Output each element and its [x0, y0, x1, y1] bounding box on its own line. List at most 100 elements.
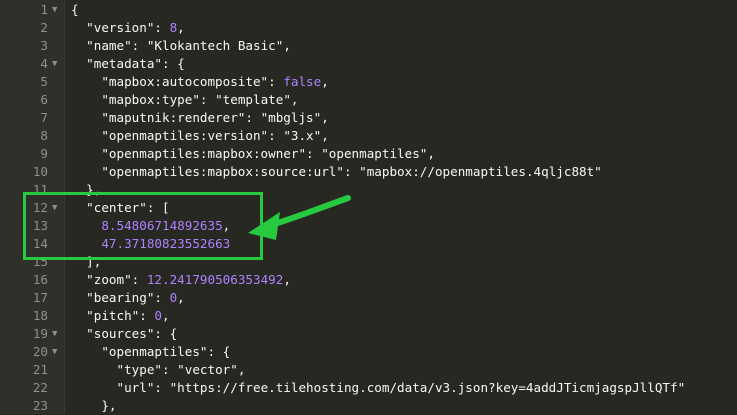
token: "sources": [71, 326, 155, 341]
line-number: 17: [32, 290, 48, 305]
token: ,: [283, 38, 291, 53]
token: "pitch": [71, 308, 140, 323]
token: {: [71, 2, 79, 17]
token: "type": [71, 362, 162, 377]
token: : {: [207, 344, 231, 359]
token: "openmaptiles": [71, 344, 208, 359]
code-line[interactable]: 22 "url": "https://free.tilehosting.com/…: [0, 379, 737, 397]
token: "name": [71, 38, 132, 53]
token: "openmaptiles:mapbox:source:url": [71, 164, 344, 179]
line-number: 19: [32, 326, 48, 341]
token: :: [131, 272, 147, 287]
token: :: [154, 20, 170, 35]
token: :: [139, 308, 155, 323]
line-text: "openmaptiles:version": "3.x",: [71, 127, 329, 145]
code-line[interactable]: 3 "name": "Klokantech Basic",: [0, 37, 737, 55]
code-line[interactable]: 17 "bearing": 0,: [0, 289, 737, 307]
code-line[interactable]: 20 ▼ "openmaptiles": {: [0, 343, 737, 361]
token: :: [162, 362, 178, 377]
token: : {: [154, 326, 178, 341]
line-text: "mapbox:autocomposite": false,: [71, 73, 329, 91]
token: ,: [177, 290, 185, 305]
token: ,: [321, 110, 329, 125]
line-text: "maputnik:renderer": "mbgljs",: [71, 109, 329, 127]
token: "Klokantech Basic": [146, 38, 284, 53]
token: :: [268, 128, 284, 143]
line-number: 23: [32, 398, 48, 413]
code-editor[interactable]: 1 ▼{2 "version": 8, 3 "name": "Klokantech …: [0, 0, 737, 414]
fold-toggle-icon[interactable]: ▼: [52, 1, 62, 19]
token: "bearing": [71, 290, 155, 305]
line-number: 7: [40, 110, 48, 125]
token: "openmaptiles": [321, 146, 428, 161]
fold-toggle-icon[interactable]: ▼: [52, 343, 62, 361]
line-text: "bearing": 0,: [71, 289, 185, 307]
line-number: 4: [40, 56, 48, 71]
line-number: 8: [40, 128, 48, 143]
line-text: {: [71, 1, 79, 19]
token: ,: [283, 272, 291, 287]
line-number: 5: [40, 74, 48, 89]
line-text: "pitch": 0,: [71, 307, 170, 325]
token: ,: [237, 362, 246, 377]
line-text: "openmaptiles:mapbox:source:url": "mapbo…: [71, 163, 602, 181]
token: },: [71, 398, 117, 413]
code-line[interactable]: 5 "mapbox:autocomposite": false,: [0, 73, 737, 91]
code-line[interactable]: 9 "openmaptiles:mapbox:owner": "openmapt…: [0, 145, 737, 163]
line-text: "zoom": 12.241790506353492,: [71, 271, 291, 289]
token: ,: [290, 92, 299, 107]
line-number: 9: [40, 146, 48, 161]
code-line[interactable]: 8 "openmaptiles:version": "3.x",: [0, 127, 737, 145]
token: "maputnik:renderer": [71, 110, 246, 125]
line-text: "name": "Klokantech Basic",: [71, 37, 291, 55]
token: ,: [321, 128, 329, 143]
token: "mapbox://openmaptiles.4qljc88t": [359, 164, 602, 179]
code-line[interactable]: 7 "maputnik:renderer": "mbgljs",: [0, 109, 737, 127]
code-line[interactable]: 6 "mapbox:type": "template",: [0, 91, 737, 109]
line-number: 10: [32, 164, 48, 179]
code-line[interactable]: 23 },: [0, 397, 737, 415]
fold-toggle-icon[interactable]: ▼: [52, 325, 62, 343]
token: false: [283, 74, 322, 89]
token: :: [131, 38, 147, 53]
token: "mapbox:autocomposite": [71, 74, 269, 89]
token: :: [154, 380, 170, 395]
token: "https://free.tilehosting.com/data/v3.js…: [169, 380, 686, 395]
code-line[interactable]: 2 "version": 8,: [0, 19, 737, 37]
token: : {: [162, 56, 185, 71]
token: "mbgljs": [260, 110, 322, 125]
line-number: 22: [32, 380, 48, 395]
line-text: "openmaptiles:mapbox:owner": "openmaptil…: [71, 145, 435, 163]
line-text: "openmaptiles": {: [71, 343, 230, 361]
line-text: "version": 8,: [71, 19, 185, 37]
code-line[interactable]: 19 ▼ "sources": {: [0, 325, 737, 343]
line-number: 6: [40, 92, 48, 107]
token: :: [245, 110, 261, 125]
line-number: 21: [32, 362, 48, 377]
token: "3.x": [283, 128, 322, 143]
code-line[interactable]: 1 ▼ {: [0, 1, 737, 19]
code-line[interactable]: 10 "openmaptiles:mapbox:source:url": "ma…: [0, 163, 737, 181]
token: "openmaptiles:mapbox:owner": [71, 146, 307, 161]
token: :: [343, 164, 360, 179]
token: ,: [162, 308, 170, 323]
line-text: },: [71, 397, 117, 415]
line-number: 16: [32, 272, 48, 287]
code-line[interactable]: 21 "type": "vector",: [0, 361, 737, 379]
line-text: "mapbox:type": "template",: [71, 91, 299, 109]
token: ,: [427, 146, 435, 161]
fold-toggle-icon[interactable]: ▼: [52, 55, 62, 73]
line-text: "metadata": {: [71, 55, 185, 73]
token: 0: [154, 308, 163, 323]
center-highlight-box: [23, 192, 263, 260]
code-line[interactable]: 4 ▼ "metadata": {: [0, 55, 737, 73]
line-number: 2: [40, 20, 48, 35]
token: "template": [215, 92, 291, 107]
token: :: [199, 92, 216, 107]
token: "version": [71, 20, 155, 35]
code-line[interactable]: 16 "zoom": 12.241790506353492,: [0, 271, 737, 289]
token: "metadata": [71, 56, 162, 71]
code-line[interactable]: 18 "pitch": 0,: [0, 307, 737, 325]
line-number: 20: [32, 344, 48, 359]
token: :: [154, 290, 170, 305]
